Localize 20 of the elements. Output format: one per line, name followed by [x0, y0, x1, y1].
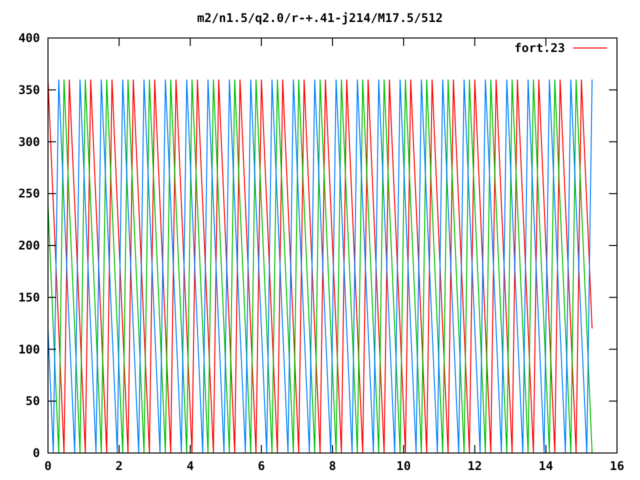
- x-tick-label: 2: [116, 459, 123, 473]
- x-tick-label: 14: [538, 459, 554, 473]
- x-tick-label: 10: [396, 459, 411, 473]
- y-tick-label: 0: [32, 446, 40, 460]
- y-tick-label: 400: [18, 31, 40, 45]
- y-tick-label: 150: [18, 290, 40, 304]
- x-tick-label: 12: [468, 459, 482, 473]
- y-tick-label: 100: [18, 342, 40, 356]
- y-tick-label: 300: [18, 134, 40, 149]
- x-tick-label: 16: [610, 459, 624, 473]
- x-tick-label: 8: [328, 459, 336, 473]
- y-tick-label: 350: [18, 82, 40, 97]
- chart-title: m2/n1.5/q2.0/r-+.41-j214/M17.5/512: [197, 11, 443, 25]
- y-tick-label: 200: [18, 238, 40, 252]
- legend-label: fort.23: [514, 41, 565, 55]
- x-tick-label: 4: [186, 459, 194, 473]
- y-tick-label: 50: [26, 394, 40, 408]
- y-tick-label: 250: [18, 186, 40, 201]
- x-tick-label: 0: [44, 459, 52, 473]
- x-tick-label: 6: [258, 459, 265, 473]
